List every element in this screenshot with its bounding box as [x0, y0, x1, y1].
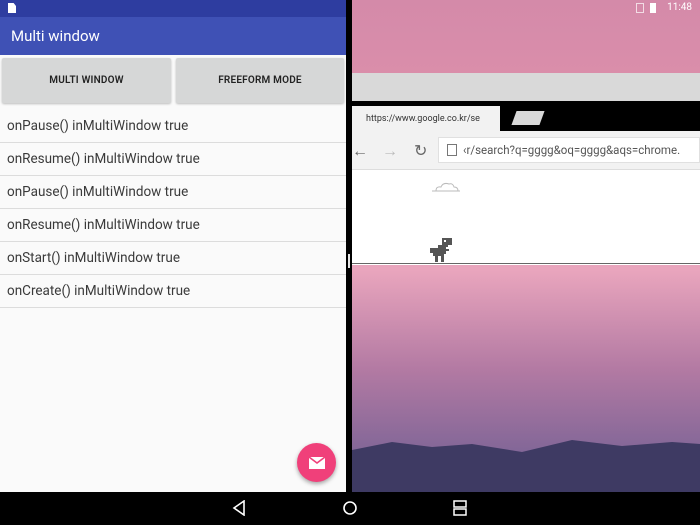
battery-icon: [650, 3, 656, 13]
button-row: MULTI WINDOW FREEFORM MODE: [0, 55, 346, 107]
sim-card-icon: [8, 3, 16, 13]
page-info-icon: [447, 144, 457, 156]
log-entry: onResume() inMultiWindow true: [0, 143, 346, 176]
app-bar: Multi window: [0, 17, 346, 55]
chrome-browser-window: https://www.google.co.kr/se ← → ↻ ‹r/sea…: [352, 101, 700, 265]
mail-fab-button[interactable]: [297, 443, 336, 482]
left-status-bar: [0, 0, 346, 17]
divider-handle[interactable]: [348, 254, 350, 268]
web-content[interactable]: [352, 170, 700, 265]
mail-icon: [308, 456, 325, 469]
url-text: ‹r/search?q=gggg&oq=gggg&aqs=chrome.: [463, 143, 681, 157]
log-entry: onPause() inMultiWindow true: [0, 110, 346, 143]
no-sim-icon: [636, 3, 644, 13]
log-entry: onPause() inMultiWindow true: [0, 176, 346, 209]
log-entry: onResume() inMultiWindow true: [0, 209, 346, 242]
right-status-bar: 11:48: [352, 0, 700, 17]
browser-toolbar: ← → ↻ ‹r/search?q=gggg&oq=gggg&aqs=chrom…: [352, 131, 700, 170]
system-navigation-bar: [0, 492, 700, 525]
tab-strip: https://www.google.co.kr/se: [352, 101, 700, 131]
freeform-caption-bar[interactable]: [352, 73, 700, 101]
reload-icon[interactable]: ↻: [414, 141, 427, 160]
home-icon[interactable]: [342, 500, 358, 516]
back-icon[interactable]: [232, 500, 246, 516]
wallpaper-mountains: [352, 440, 700, 492]
browser-tab[interactable]: https://www.google.co.kr/se: [352, 106, 500, 131]
forward-arrow-icon[interactable]: →: [382, 141, 398, 161]
dinosaur-icon: [430, 238, 452, 262]
log-entry: onStart() inMultiWindow true: [0, 242, 346, 275]
app-title: Multi window: [11, 27, 100, 45]
multi-window-button[interactable]: MULTI WINDOW: [2, 58, 171, 103]
right-app-window: 11:48 https://www.google.co.kr/se ← → ↻ …: [352, 0, 700, 492]
left-app-window: Multi window MULTI WINDOW FREEFORM MODE …: [0, 0, 346, 492]
status-time: 11:48: [667, 2, 692, 13]
url-bar[interactable]: ‹r/search?q=gggg&oq=gggg&aqs=chrome.: [438, 137, 700, 163]
log-entry: onCreate() inMultiWindow true: [0, 275, 346, 308]
back-arrow-icon[interactable]: ←: [352, 141, 368, 161]
recents-icon[interactable]: [453, 500, 467, 516]
tab-title: https://www.google.co.kr/se: [366, 113, 480, 124]
lifecycle-log-list: onPause() inMultiWindow true onResume() …: [0, 110, 346, 308]
cloud-icon: [432, 182, 460, 192]
freeform-mode-button[interactable]: FREEFORM MODE: [176, 58, 344, 103]
new-tab-button[interactable]: [511, 111, 545, 125]
ground-line: [352, 263, 700, 264]
